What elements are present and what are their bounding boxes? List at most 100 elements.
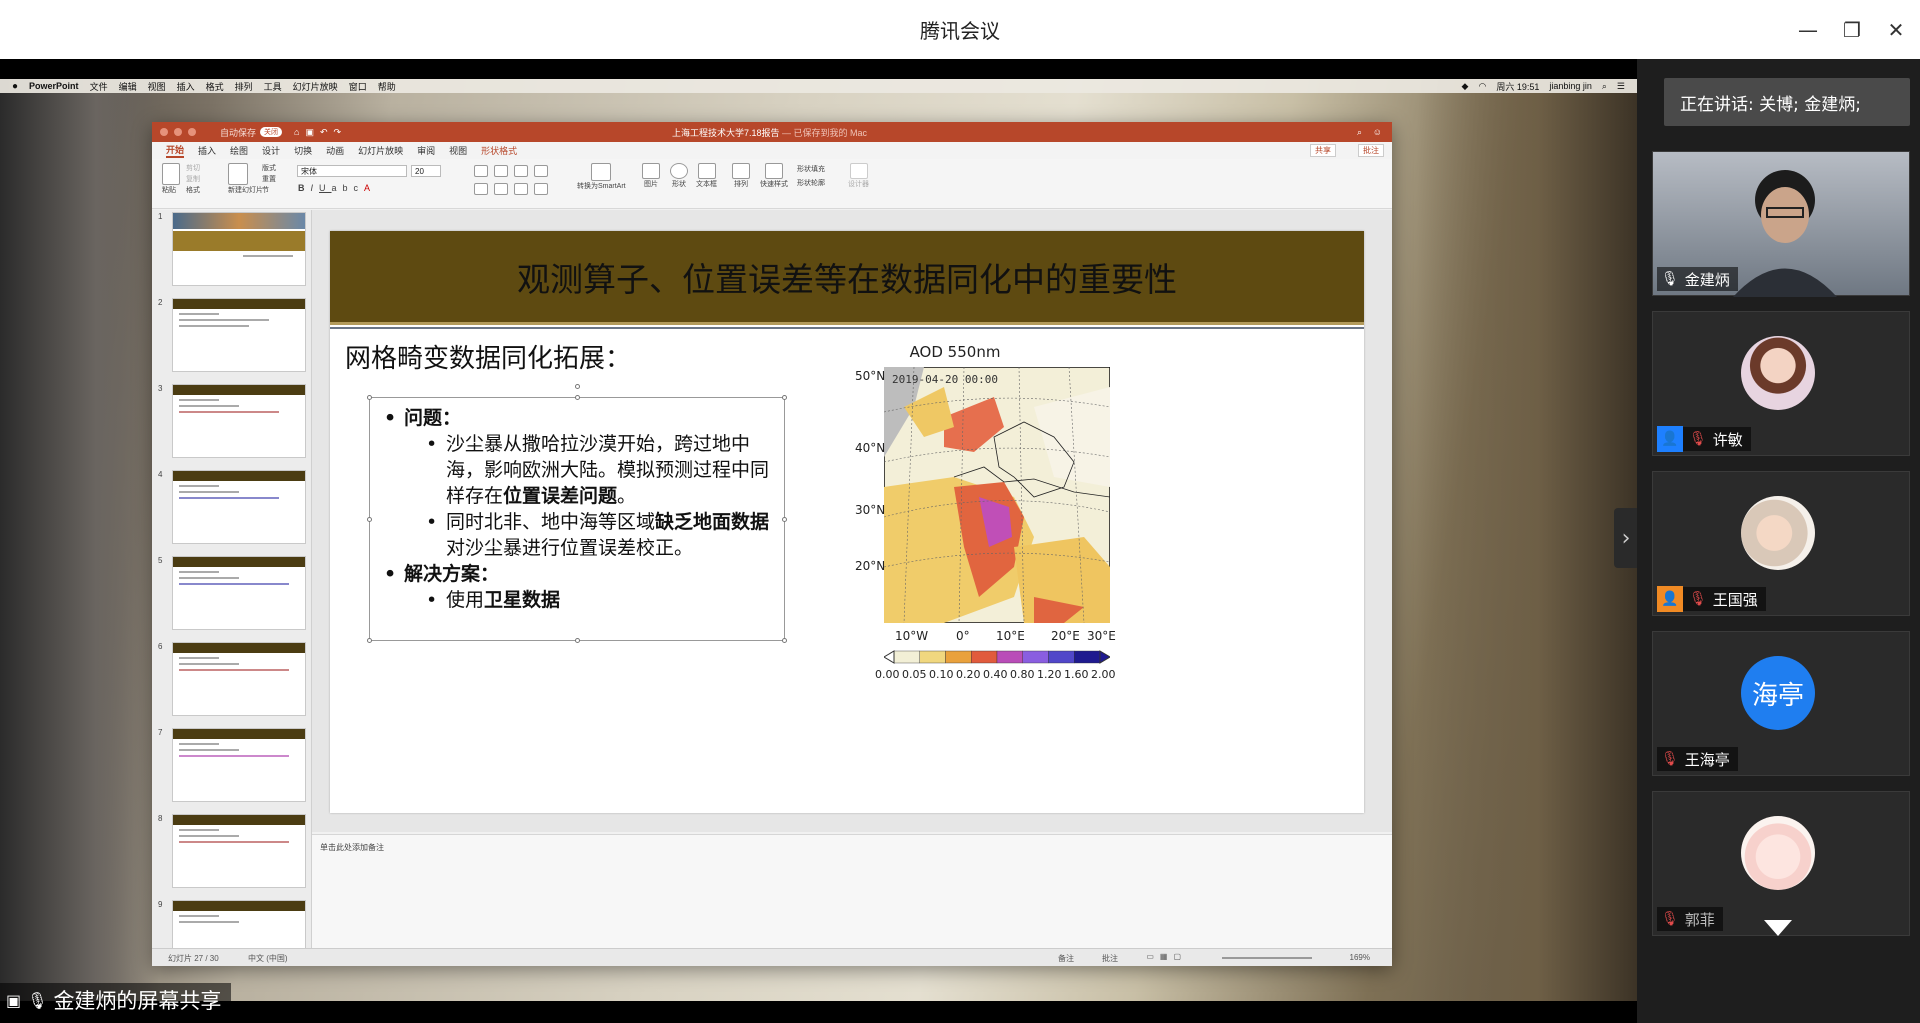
new-slide-icon[interactable] (228, 163, 248, 185)
smartart-label[interactable]: 转换为SmartArt (577, 181, 626, 191)
designer-label[interactable]: 设计器 (848, 179, 869, 189)
tab-insert[interactable]: 插入 (198, 144, 216, 157)
numbering-icon[interactable] (493, 165, 508, 177)
participant-tile[interactable]: 🎙 郭菲 (1652, 791, 1910, 936)
designer-icon[interactable] (849, 163, 868, 179)
tab-review[interactable]: 审阅 (417, 144, 435, 157)
align-left-icon[interactable] (474, 183, 488, 195)
layout-button[interactable]: 版式 (262, 163, 276, 174)
control-center-icon[interactable]: ☰ (1617, 81, 1625, 92)
resize-handle[interactable] (782, 395, 787, 400)
account-icon[interactable]: ☺ (1373, 127, 1382, 137)
menu-edit[interactable]: 编辑 (119, 80, 137, 93)
app-menu[interactable]: PowerPoint (29, 81, 79, 91)
save-icon[interactable]: ▣ (305, 127, 314, 138)
resize-handle[interactable] (367, 638, 372, 643)
reset-button[interactable]: 重置 (262, 174, 276, 185)
shape-outline-button[interactable]: 形状轮廓 (797, 177, 825, 191)
aod-map-figure[interactable]: AOD 550nm 2019-04-20 00:00 50°N 40°N 30°… (835, 343, 1135, 763)
menu-insert[interactable]: 插入 (177, 80, 195, 93)
justify-icon[interactable] (533, 183, 548, 195)
textbox-label[interactable]: 文本框 (696, 179, 717, 189)
user-name[interactable]: jianbing jin (1549, 81, 1592, 91)
menu-view[interactable]: 视图 (148, 80, 166, 93)
apple-menu-icon[interactable]: ● (12, 81, 18, 92)
autosave-toggle[interactable]: 关闭 (260, 127, 283, 137)
participant-tile[interactable]: 海亭 🎙 王海亭 (1652, 631, 1910, 776)
tab-home[interactable]: 开始 (166, 143, 185, 158)
quick-styles-label[interactable]: 快速样式 (760, 179, 788, 189)
slide-thumbnail[interactable] (172, 556, 306, 630)
cut-button[interactable]: 剪切 (186, 163, 200, 174)
tab-shape-format[interactable]: 形状格式 (481, 144, 517, 157)
tab-animations[interactable]: 动画 (326, 144, 344, 157)
comments-button[interactable]: 批注 (1358, 144, 1384, 157)
slide-thumbnail[interactable] (172, 642, 306, 716)
sorter-view-icon[interactable]: ▦ (1160, 952, 1174, 961)
participant-tile[interactable]: 🎙 金建炳 (1652, 151, 1910, 297)
language-status[interactable]: 中文 (中国) (248, 953, 288, 964)
textbox-icon[interactable] (697, 163, 716, 179)
menu-arrange[interactable]: 排列 (235, 80, 253, 93)
quick-styles-icon[interactable] (765, 163, 783, 179)
zoom-dot-icon[interactable] (188, 128, 196, 136)
resize-handle[interactable] (575, 638, 580, 643)
dropbox-icon[interactable]: ◆ (1462, 81, 1469, 92)
menu-file[interactable]: 文件 (90, 80, 108, 93)
expand-panel-chevron-icon[interactable]: › (1614, 508, 1637, 568)
rotate-handle-icon[interactable] (575, 384, 580, 389)
normal-view-icon[interactable]: ▭ (1146, 952, 1160, 961)
tab-design[interactable]: 设计 (262, 144, 280, 157)
shape-label[interactable]: 形状 (670, 179, 688, 189)
underline-button[interactable]: U (319, 183, 332, 193)
font-color-icon[interactable]: A (364, 183, 376, 193)
zoom-level[interactable]: 169% (1350, 953, 1370, 962)
resize-handle[interactable] (782, 517, 787, 522)
resize-handle[interactable] (367, 517, 372, 522)
notes-placeholder[interactable]: 单击此处添加备注 (320, 842, 384, 853)
tab-transitions[interactable]: 切换 (294, 144, 312, 157)
slide-thumbnail[interactable] (172, 212, 306, 286)
minimize-dot-icon[interactable] (174, 128, 182, 136)
slide-thumbnail[interactable] (172, 470, 306, 544)
font-size-select[interactable]: 20 (411, 165, 441, 177)
resize-handle[interactable] (367, 395, 372, 400)
slide-thumbnail[interactable] (172, 900, 306, 948)
menu-tools[interactable]: 工具 (264, 80, 282, 93)
font-name-select[interactable]: 宋体 (297, 165, 407, 177)
bold-button[interactable]: B (298, 183, 311, 193)
menu-format[interactable]: 格式 (206, 80, 224, 93)
redo-icon[interactable]: ↷ (334, 127, 342, 138)
picture-icon[interactable] (642, 163, 660, 179)
reading-view-icon[interactable]: ▢ (1173, 952, 1187, 961)
comments-toggle[interactable]: 批注 (1102, 953, 1118, 964)
align-right-icon[interactable] (513, 183, 528, 195)
clock[interactable]: 周六 19:51 (1496, 80, 1539, 93)
shape-icon[interactable] (670, 163, 688, 179)
menu-window[interactable]: 窗口 (349, 80, 367, 93)
share-button[interactable]: 共享 (1310, 144, 1336, 157)
tab-slideshow[interactable]: 幻灯片放映 (358, 144, 403, 157)
shape-fill-button[interactable]: 形状填充 (797, 163, 825, 177)
zoom-slider[interactable] (1222, 957, 1312, 959)
new-slide-label[interactable]: 新建幻灯片 (228, 185, 263, 195)
close-dot-icon[interactable] (160, 128, 168, 136)
restore-button[interactable]: ❐ (1830, 0, 1874, 59)
strikethrough-button[interactable]: abc (332, 183, 365, 193)
paste-icon[interactable] (162, 163, 180, 185)
italic-button[interactable]: I (311, 183, 320, 193)
picture-label[interactable]: 图片 (642, 179, 660, 189)
slide[interactable]: 观测算子、位置误差等在数据同化中的重要性 网格畸变数据同化拓展： 问题： 沙尘暴… (330, 231, 1364, 813)
slide-thumbnail[interactable] (172, 298, 306, 372)
arrange-icon[interactable] (732, 163, 750, 179)
indent-icon[interactable] (513, 165, 528, 177)
section-button[interactable]: 节 (262, 185, 276, 196)
wifi-icon[interactable]: ◠ (1478, 81, 1486, 92)
slide-subtitle[interactable]: 网格畸变数据同化拓展： (345, 338, 631, 375)
bullets-icon[interactable] (474, 165, 488, 177)
paste-label[interactable]: 粘贴 (162, 185, 180, 195)
menu-help[interactable]: 帮助 (378, 80, 396, 93)
slide-thumbnail[interactable] (172, 814, 306, 888)
home-icon[interactable]: ⌂ (294, 127, 299, 137)
smartart-icon[interactable] (591, 163, 612, 181)
